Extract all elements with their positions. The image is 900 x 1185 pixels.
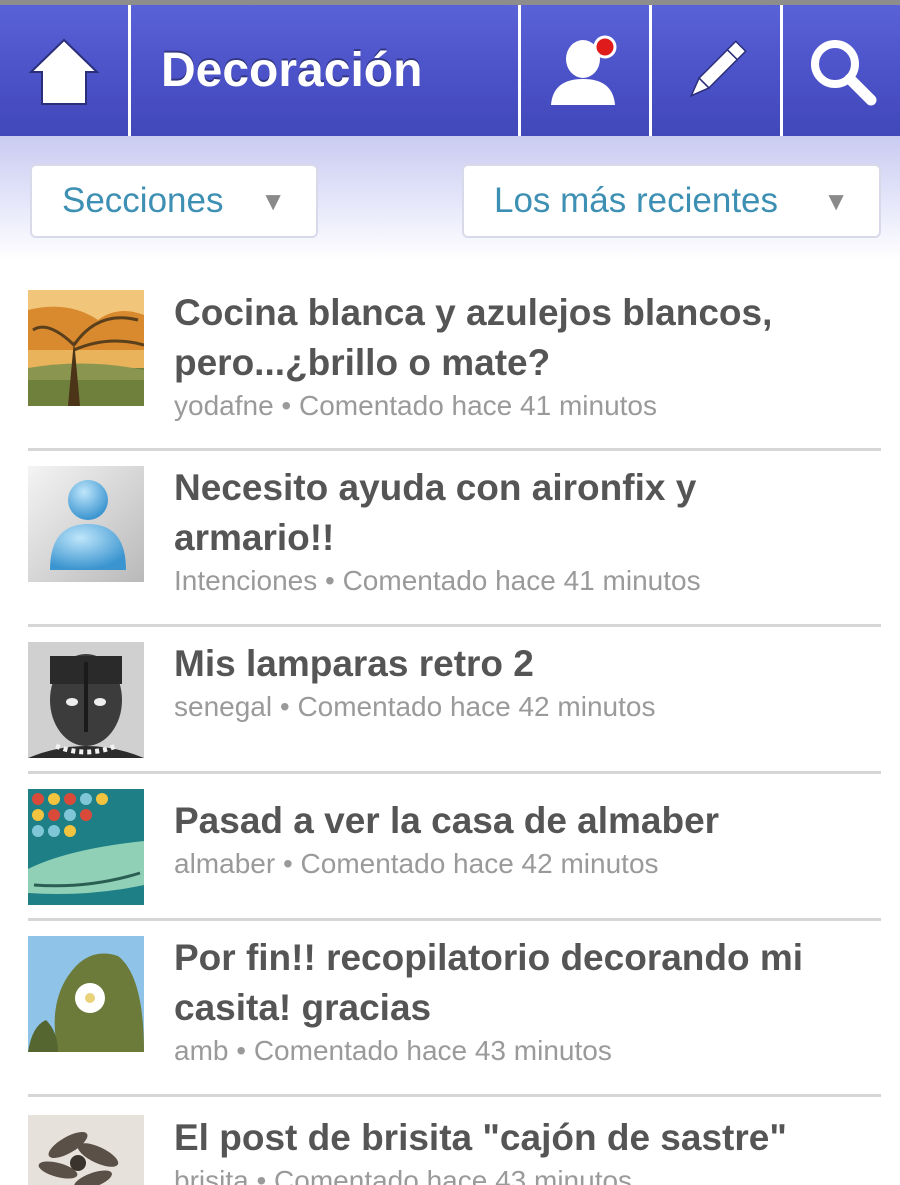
list-item[interactable]: El post de brisita "cajón de sastre" bri…: [28, 1097, 881, 1185]
sections-dropdown[interactable]: Secciones ▼: [30, 164, 318, 238]
sort-dropdown-label: Los más recientes: [494, 181, 779, 220]
post-title: Por fin!! recopilatorio decorando mi cas…: [174, 933, 881, 1033]
home-icon: [28, 38, 100, 105]
user-notification-icon: [551, 35, 617, 105]
post-title: Cocina blanca y azulejos blancos, pero..…: [174, 288, 881, 388]
post-meta: yodafne • Comentado hace 41 minutos: [174, 390, 657, 421]
post-title: Pasad a ver la casa de almaber: [174, 796, 881, 846]
search-button[interactable]: [783, 5, 900, 136]
post-title-line: Pasad a ver la casa de almaber: [174, 800, 720, 841]
post-title-line: Mis lamparas retro 2: [174, 643, 534, 684]
post-list: Cocina blanca y azulejos blancos, pero..…: [0, 260, 900, 1185]
filter-bar: Secciones ▼ Los más recientes ▼: [0, 136, 900, 260]
post-thumbnail: [28, 936, 144, 1052]
default-avatar: [28, 466, 144, 582]
sections-dropdown-label: Secciones: [62, 181, 224, 220]
page-title-cell: Decoración: [131, 5, 521, 136]
chevron-down-icon: ▼: [260, 185, 286, 216]
sort-dropdown[interactable]: Los más recientes ▼: [462, 164, 881, 238]
post-thumbnail: [28, 290, 144, 406]
post-thumbnail: [28, 642, 144, 758]
home-button[interactable]: [0, 5, 131, 136]
list-item[interactable]: Cocina blanca y azulejos blancos, pero..…: [28, 260, 881, 451]
list-item[interactable]: Necesito ayuda con aironfix y armario!! …: [28, 451, 881, 627]
post-thumbnail: [28, 1115, 144, 1185]
post-title-line: Por fin!! recopilatorio decorando mi: [174, 937, 804, 978]
top-navigation-bar: Decoración: [0, 0, 900, 136]
post-title: El post de brisita "cajón de sastre": [174, 1113, 881, 1163]
post-meta: almaber • Comentado hace 42 minutos: [174, 848, 659, 879]
search-icon: [810, 39, 876, 105]
page-title: Decoración: [161, 44, 423, 97]
chevron-down-icon: ▼: [823, 185, 849, 216]
post-thumbnail: [28, 789, 144, 905]
post-title: Mis lamparas retro 2: [174, 639, 881, 689]
pencil-icon: [689, 39, 747, 97]
user-button[interactable]: [521, 5, 652, 136]
post-meta: brisita • Comentado hace 43 minutos: [174, 1165, 633, 1185]
post-title-line: Necesito ayuda con aironfix y: [174, 467, 697, 508]
post-meta: Intenciones • Comentado hace 41 minutos: [174, 565, 701, 596]
list-item[interactable]: Por fin!! recopilatorio decorando mi cas…: [28, 921, 881, 1097]
list-item[interactable]: Pasad a ver la casa de almaber almaber •…: [28, 774, 881, 921]
post-meta: senegal • Comentado hace 42 minutos: [174, 691, 656, 722]
write-post-button[interactable]: [652, 5, 783, 136]
list-item[interactable]: Mis lamparas retro 2 senegal • Comentado…: [28, 627, 881, 774]
post-title-line: pero...¿brillo o mate?: [174, 342, 551, 383]
post-title-line: Cocina blanca y azulejos blancos,: [174, 292, 773, 333]
post-title-line: armario!!: [174, 517, 335, 558]
post-title-line: casita! gracias: [174, 987, 432, 1028]
post-meta: amb • Comentado hace 43 minutos: [174, 1035, 612, 1066]
post-title-line: El post de brisita "cajón de sastre": [174, 1117, 787, 1158]
post-title: Necesito ayuda con aironfix y armario!!: [174, 463, 881, 563]
